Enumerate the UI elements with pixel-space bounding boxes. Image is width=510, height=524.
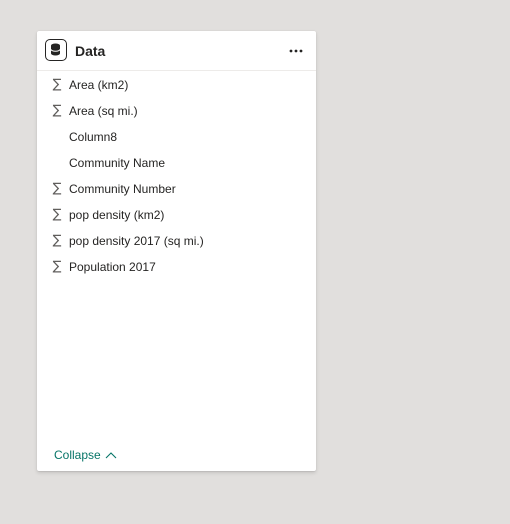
data-card: Data ∑ Area (km2) ∑ Area (sq mi.) Column xyxy=(37,31,316,471)
field-label: pop density 2017 (sq mi.) xyxy=(69,234,204,248)
field-label: Population 2017 xyxy=(69,260,156,274)
field-item[interactable]: ∑ Population 2017 xyxy=(37,254,316,280)
field-item[interactable]: Column8 xyxy=(37,124,316,150)
field-item[interactable]: ∑ Area (km2) xyxy=(37,72,316,98)
collapse-link[interactable]: Collapse xyxy=(54,447,117,463)
sigma-icon: ∑ xyxy=(52,77,62,92)
field-label: Column8 xyxy=(69,130,118,144)
field-label: Community Name xyxy=(69,156,166,170)
field-item[interactable]: ∑ pop density 2017 (sq mi.) xyxy=(37,228,316,254)
field-item[interactable]: ∑ pop density (km2) xyxy=(37,202,316,228)
sigma-icon: ∑ xyxy=(52,207,62,222)
field-item[interactable]: ∑ Community Number xyxy=(37,176,316,202)
canvas: Data ∑ Area (km2) ∑ Area (sq mi.) Column xyxy=(0,0,510,524)
sigma-icon: ∑ xyxy=(52,259,62,274)
sigma-icon: ∑ xyxy=(52,181,62,196)
card-title: Data xyxy=(75,43,106,59)
field-label: Area (km2) xyxy=(69,78,129,92)
sigma-icon: ∑ xyxy=(52,103,62,118)
table-icon xyxy=(45,39,67,61)
sigma-icon: ∑ xyxy=(52,233,62,248)
field-item[interactable]: ∑ Area (sq mi.) xyxy=(37,98,316,124)
card-header: Data xyxy=(37,31,316,71)
field-label: Area (sq mi.) xyxy=(69,104,138,118)
chevron-up-icon xyxy=(105,452,117,459)
ellipsis-icon xyxy=(289,49,303,53)
more-options-button[interactable] xyxy=(286,41,306,61)
field-label: pop density (km2) xyxy=(69,208,165,222)
field-label: Community Number xyxy=(69,182,176,196)
field-list: ∑ Area (km2) ∑ Area (sq mi.) Column8 Com… xyxy=(37,72,316,280)
collapse-label: Collapse xyxy=(54,448,101,462)
field-item[interactable]: Community Name xyxy=(37,150,316,176)
